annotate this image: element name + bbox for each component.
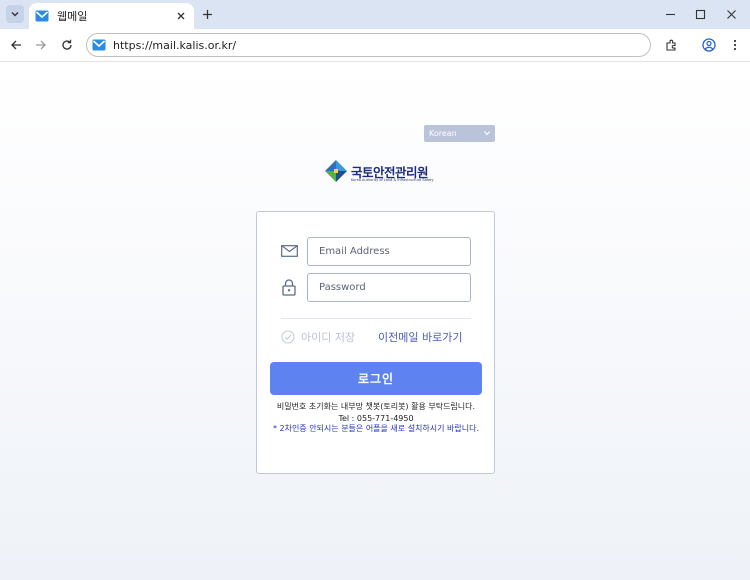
previous-mail-link[interactable]: 이전메일 바로가기 bbox=[378, 329, 462, 345]
arrow-right-icon[interactable] bbox=[31, 35, 51, 55]
tab-title: 웹메일 bbox=[57, 10, 88, 23]
notice: 비밀번호 초기화는 내부망 챗봇(토리봇) 활용 부탁드립니다. Tel : 0… bbox=[267, 402, 485, 435]
logo-mark bbox=[325, 160, 347, 182]
email-field[interactable]: Email Address bbox=[307, 237, 471, 266]
logo: 국토안전관리원 Korea Authority of Land & Infras… bbox=[325, 160, 435, 186]
chevron-down-icon bbox=[483, 129, 491, 139]
notice-tel: Tel : 055-771-4950 bbox=[338, 413, 414, 423]
logo-subtitle: Korea Authority of Land & Infrastructure… bbox=[351, 178, 434, 182]
address-bar[interactable]: https://mail.kalis.or.kr/ bbox=[86, 33, 651, 57]
kebab-menu-icon[interactable] bbox=[725, 35, 745, 55]
chevron-down-icon[interactable] bbox=[6, 5, 24, 23]
remember-id-checkbox[interactable]: 아이디 저장 bbox=[281, 329, 355, 345]
language-select[interactable]: Korean bbox=[424, 125, 495, 142]
address-url: https://mail.kalis.or.kr/ bbox=[113, 38, 237, 52]
divider bbox=[281, 318, 471, 319]
password-placeholder: Password bbox=[319, 282, 366, 293]
notice-warning: * 2차인증 안되시는 분들은 어플을 새로 설치하시기 바랍니다. bbox=[272, 424, 480, 433]
profile-icon[interactable] bbox=[699, 35, 719, 55]
check-circle-icon bbox=[281, 330, 295, 344]
lock-icon bbox=[280, 278, 298, 296]
reload-icon[interactable] bbox=[57, 35, 77, 55]
minimize-icon[interactable] bbox=[656, 3, 684, 25]
email-placeholder: Email Address bbox=[319, 246, 390, 257]
puzzle-icon[interactable] bbox=[661, 35, 681, 55]
language-selected: Korean bbox=[429, 129, 457, 138]
tab-strip: 웹메일 bbox=[0, 0, 750, 29]
browser-tab[interactable]: 웹메일 bbox=[29, 3, 194, 29]
remember-id-label: 아이디 저장 bbox=[301, 331, 356, 344]
login-card: Email Address Password 아이디 저장 이전메일 바로가기 … bbox=[256, 211, 495, 474]
plus-icon[interactable] bbox=[198, 5, 216, 23]
notice-reset: 비밀번호 초기화는 내부망 챗봇(토리봇) 활용 부탁드립니다. bbox=[276, 402, 476, 411]
envelope-icon bbox=[280, 242, 298, 260]
arrow-left-icon[interactable] bbox=[6, 35, 26, 55]
login-button[interactable]: 로그인 bbox=[270, 362, 482, 395]
close-icon[interactable] bbox=[717, 3, 745, 25]
password-field[interactable]: Password bbox=[307, 273, 471, 302]
browser-toolbar: https://mail.kalis.or.kr/ bbox=[0, 29, 750, 62]
maximize-icon[interactable] bbox=[686, 3, 714, 25]
mail-icon bbox=[35, 10, 49, 22]
close-icon[interactable] bbox=[172, 7, 190, 25]
mail-icon bbox=[92, 39, 106, 51]
page-content: Korean 국토안전관리원 Korea Authority of Land &… bbox=[0, 62, 750, 580]
